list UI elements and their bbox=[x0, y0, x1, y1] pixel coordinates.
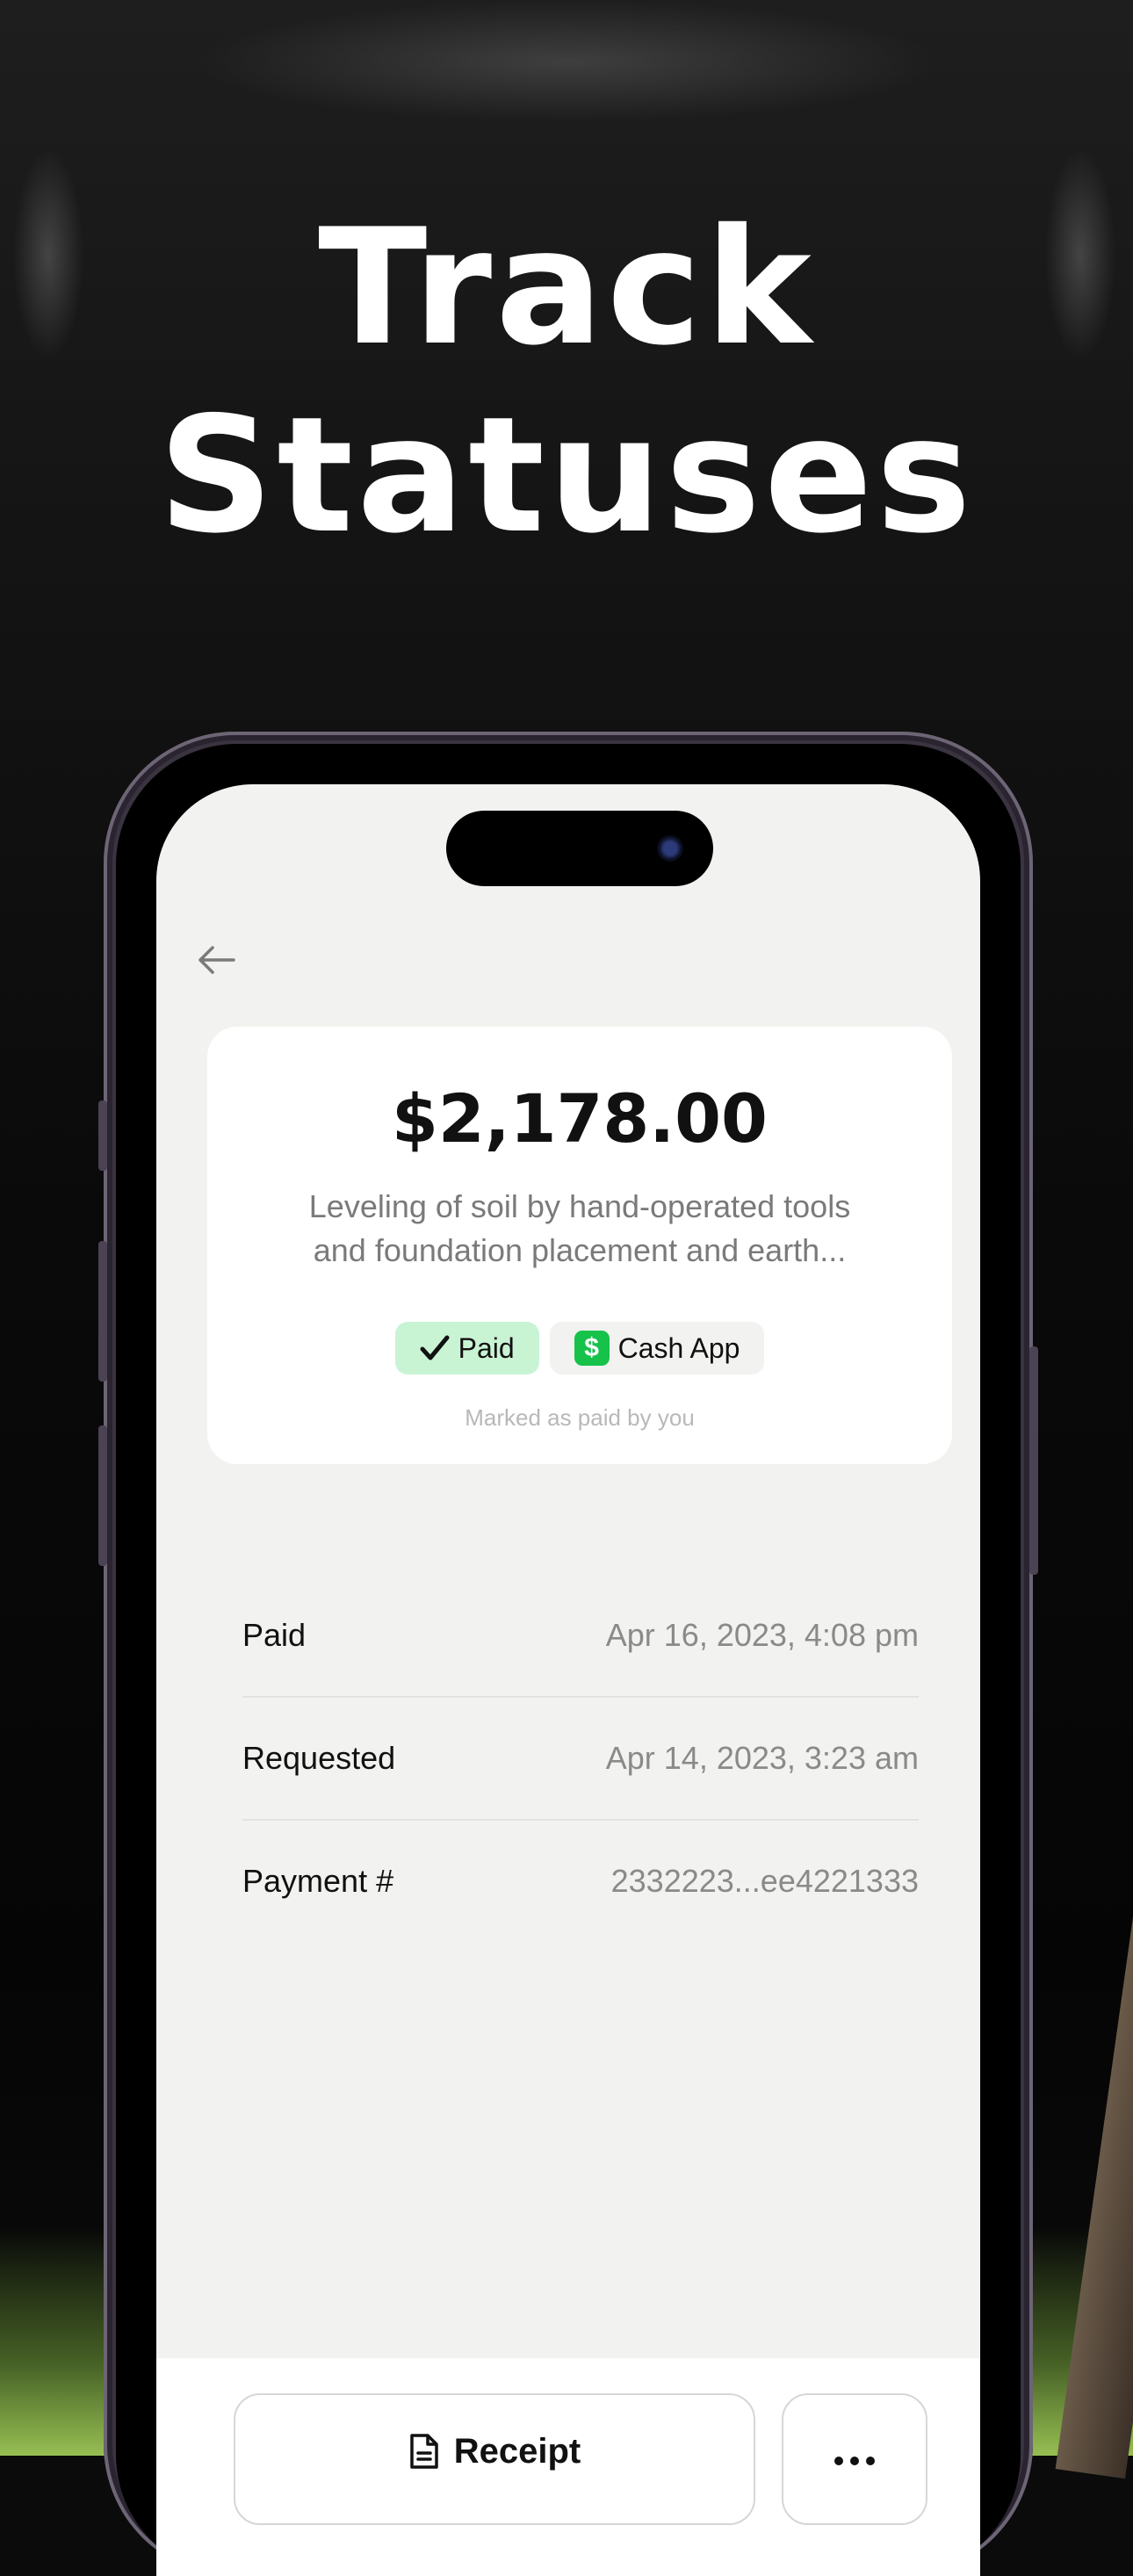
description-line-2: and foundation placement and earth... bbox=[313, 1232, 847, 1268]
headline-line-1: Track bbox=[318, 194, 815, 380]
phone-button bbox=[1029, 1346, 1038, 1575]
ellipsis-icon bbox=[834, 2457, 875, 2465]
detail-label: Requested bbox=[242, 1740, 396, 1776]
phone-bezel: $2,178.00 Leveling of soil by hand-opera… bbox=[116, 744, 1021, 2576]
marked-note: Marked as paid by you bbox=[465, 1404, 695, 1431]
payment-description: Leveling of soil by hand-operated tools … bbox=[269, 1185, 891, 1273]
detail-row-requested: Requested Apr 14, 2023, 3:23 am bbox=[242, 1698, 919, 1821]
detail-value: Apr 16, 2023, 4:08 pm bbox=[605, 1617, 919, 1653]
arrow-left-icon bbox=[198, 946, 235, 974]
cash-app-icon: $ bbox=[574, 1331, 610, 1366]
receipt-button-label: Receipt bbox=[453, 2432, 581, 2471]
status-badge[interactable]: Paid bbox=[394, 1322, 539, 1375]
bottom-action-bar: Receipt bbox=[156, 2358, 980, 2576]
receipt-button[interactable]: Receipt bbox=[234, 2393, 755, 2525]
phone-frame: $2,178.00 Leveling of soil by hand-opera… bbox=[98, 732, 1038, 2576]
phone-screen: $2,178.00 Leveling of soil by hand-opera… bbox=[156, 784, 980, 2576]
more-options-button[interactable] bbox=[782, 2393, 927, 2525]
description-line-1: Leveling of soil by hand-operated tools bbox=[308, 1188, 851, 1224]
camera-icon bbox=[657, 835, 683, 862]
checkmark-icon bbox=[420, 1335, 450, 1360]
phone-button bbox=[98, 1425, 107, 1566]
payment-details-list: Paid Apr 16, 2023, 4:08 pm Requested Apr… bbox=[242, 1575, 919, 1942]
headline-line-2: Statuses bbox=[158, 382, 975, 568]
dynamic-island bbox=[446, 811, 713, 886]
status-badge-label: Paid bbox=[458, 1331, 515, 1364]
detail-value: Apr 14, 2023, 3:23 am bbox=[605, 1740, 919, 1776]
detail-row-paid: Paid Apr 16, 2023, 4:08 pm bbox=[242, 1575, 919, 1698]
detail-value: 2332223...ee4221333 bbox=[610, 1863, 919, 1899]
payment-amount: $2,178.00 bbox=[392, 1079, 768, 1158]
badge-group: Paid $ Cash App bbox=[207, 1322, 952, 1375]
detail-row-payment-number: Payment # 2332223...ee4221333 bbox=[242, 1821, 919, 1942]
detail-label: Payment # bbox=[242, 1863, 394, 1899]
document-icon bbox=[410, 2434, 438, 2469]
payment-method-badge[interactable]: $ Cash App bbox=[549, 1322, 765, 1375]
headline: Track Statuses bbox=[0, 193, 1133, 569]
detail-label: Paid bbox=[242, 1617, 307, 1653]
phone-button bbox=[98, 1100, 107, 1171]
back-button[interactable] bbox=[191, 938, 241, 982]
phone-button bbox=[98, 1241, 107, 1382]
payment-summary-card: $2,178.00 Leveling of soil by hand-opera… bbox=[207, 1027, 952, 1464]
payment-method-label: Cash App bbox=[617, 1331, 740, 1364]
